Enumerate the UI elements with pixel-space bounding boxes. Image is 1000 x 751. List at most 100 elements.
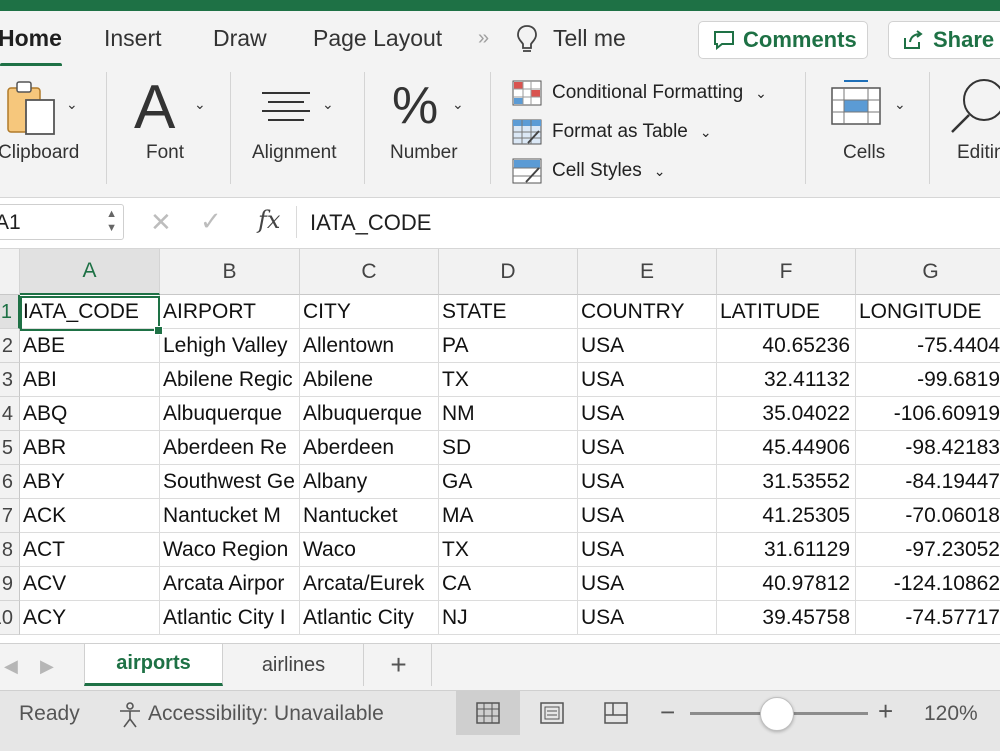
row-header[interactable]: 5 (0, 431, 20, 465)
table-cell[interactable]: -98.42183 (856, 431, 1000, 465)
table-cell[interactable]: Southwest Ge (160, 465, 300, 499)
header-cell[interactable]: COUNTRY (578, 295, 717, 329)
column-header-b[interactable]: B (160, 249, 300, 295)
cancel-icon[interactable]: ✕ (150, 207, 172, 238)
row-header[interactable]: 7 (0, 499, 20, 533)
insert-function-icon[interactable]: fx (258, 206, 280, 234)
table-cell[interactable]: TX (439, 363, 578, 397)
table-cell[interactable]: NM (439, 397, 578, 431)
alignment-button[interactable]: ⌄ Alignment (244, 66, 354, 186)
row-header[interactable]: 2 (0, 329, 20, 363)
table-cell[interactable]: 40.97812 (717, 567, 856, 601)
conditional-formatting-button[interactable]: Conditional Formatting ⌄ (512, 78, 767, 108)
table-cell[interactable]: Atlantic City (300, 601, 439, 635)
table-cell[interactable]: -84.19447 (856, 465, 1000, 499)
fill-handle[interactable] (154, 326, 163, 335)
table-cell[interactable]: Arcata/Eurek (300, 567, 439, 601)
table-cell[interactable]: 31.53552 (717, 465, 856, 499)
table-cell[interactable]: SD (439, 431, 578, 465)
share-button[interactable]: Share (888, 21, 1000, 59)
table-cell[interactable]: -74.57717 (856, 601, 1000, 635)
page-break-view-button[interactable] (536, 691, 568, 735)
table-cell[interactable]: USA (578, 601, 717, 635)
table-cell[interactable]: 39.45758 (717, 601, 856, 635)
number-button[interactable]: % ⌄ Number (376, 66, 486, 186)
table-cell[interactable]: Abilene Regic (160, 363, 300, 397)
cell-styles-button[interactable]: Cell Styles ⌄ (512, 156, 665, 186)
row-header[interactable]: 1 (0, 295, 20, 329)
header-cell[interactable]: AIRPORT (160, 295, 300, 329)
add-sheet-button[interactable]: + (366, 644, 432, 686)
column-header-c[interactable]: C (300, 249, 439, 295)
table-cell[interactable]: Atlantic City I (160, 601, 300, 635)
clipboard-button[interactable]: ⌄ Clipboard (0, 66, 100, 186)
chevron-left-icon[interactable]: ◀ (4, 656, 18, 677)
tab-insert[interactable]: Insert (104, 25, 162, 52)
accessibility-status[interactable]: Accessibility: Unavailable (148, 702, 384, 726)
table-cell[interactable]: USA (578, 329, 717, 363)
sheet-tab-airlines[interactable]: airlines (224, 644, 364, 686)
table-cell[interactable]: USA (578, 397, 717, 431)
zoom-in-button[interactable]: + (878, 696, 893, 727)
font-button[interactable]: A ⌄ Font (118, 66, 218, 186)
table-cell[interactable]: ACK (20, 499, 160, 533)
table-cell[interactable]: Allentown (300, 329, 439, 363)
table-cell[interactable]: USA (578, 499, 717, 533)
table-cell[interactable]: Waco Region (160, 533, 300, 567)
header-cell[interactable]: IATA_CODE (20, 295, 160, 329)
accessibility-icon[interactable] (116, 701, 144, 729)
table-cell[interactable]: CA (439, 567, 578, 601)
checkmark-icon[interactable]: ✓ (200, 206, 222, 237)
table-cell[interactable]: ABR (20, 431, 160, 465)
stepper-arrows-icon[interactable]: ▲ ▼ (106, 207, 117, 235)
table-cell[interactable]: ABI (20, 363, 160, 397)
sheet-tab-airports[interactable]: airports (84, 644, 223, 686)
row-header[interactable]: 4 (0, 397, 20, 431)
tab-draw[interactable]: Draw (213, 25, 267, 52)
table-cell[interactable]: PA (439, 329, 578, 363)
table-cell[interactable]: ABQ (20, 397, 160, 431)
table-cell[interactable]: Nantucket M (160, 499, 300, 533)
table-cell[interactable]: 41.25305 (717, 499, 856, 533)
editing-button[interactable]: Editing (940, 66, 1000, 186)
zoom-out-button[interactable]: − (660, 697, 675, 728)
select-all-corner[interactable] (0, 249, 20, 295)
zoom-level[interactable]: 120% (924, 702, 978, 726)
zoom-slider-thumb[interactable] (760, 697, 794, 731)
table-cell[interactable]: GA (439, 465, 578, 499)
table-cell[interactable]: Abilene (300, 363, 439, 397)
table-cell[interactable]: -97.23052 (856, 533, 1000, 567)
table-cell[interactable]: TX (439, 533, 578, 567)
table-cell[interactable]: 35.04022 (717, 397, 856, 431)
table-cell[interactable]: MA (439, 499, 578, 533)
table-cell[interactable]: 40.65236 (717, 329, 856, 363)
table-cell[interactable]: -106.60919 (856, 397, 1000, 431)
column-header-e[interactable]: E (578, 249, 717, 295)
table-cell[interactable]: Aberdeen Re (160, 431, 300, 465)
row-header[interactable]: 3 (0, 363, 20, 397)
row-header[interactable]: 8 (0, 533, 20, 567)
table-cell[interactable]: -124.10862 (856, 567, 1000, 601)
table-cell[interactable]: Arcata Airpor (160, 567, 300, 601)
tab-page-layout[interactable]: Page Layout (313, 25, 442, 52)
header-cell[interactable]: LONGITUDE (856, 295, 1000, 329)
table-cell[interactable]: Albuquerque (160, 397, 300, 431)
table-cell[interactable]: Albany (300, 465, 439, 499)
table-cell[interactable]: ABE (20, 329, 160, 363)
table-cell[interactable]: NJ (439, 601, 578, 635)
table-cell[interactable]: Albuquerque (300, 397, 439, 431)
comments-button[interactable]: Comments (698, 21, 868, 59)
table-cell[interactable]: USA (578, 431, 717, 465)
table-cell[interactable]: Lehigh Valley (160, 329, 300, 363)
column-header-d[interactable]: D (439, 249, 578, 295)
formula-input[interactable]: IATA_CODE (310, 210, 431, 236)
table-cell[interactable]: Waco (300, 533, 439, 567)
cells-button[interactable]: ⌄ Cells (820, 66, 920, 186)
table-cell[interactable]: Nantucket (300, 499, 439, 533)
table-cell[interactable]: 32.41132 (717, 363, 856, 397)
table-cell[interactable]: -70.06018 (856, 499, 1000, 533)
table-cell[interactable]: USA (578, 567, 717, 601)
row-header[interactable]: 9 (0, 567, 20, 601)
chevron-right-icon[interactable]: ▶ (40, 656, 54, 677)
name-box[interactable]: A1 ▲ ▼ (0, 204, 124, 240)
